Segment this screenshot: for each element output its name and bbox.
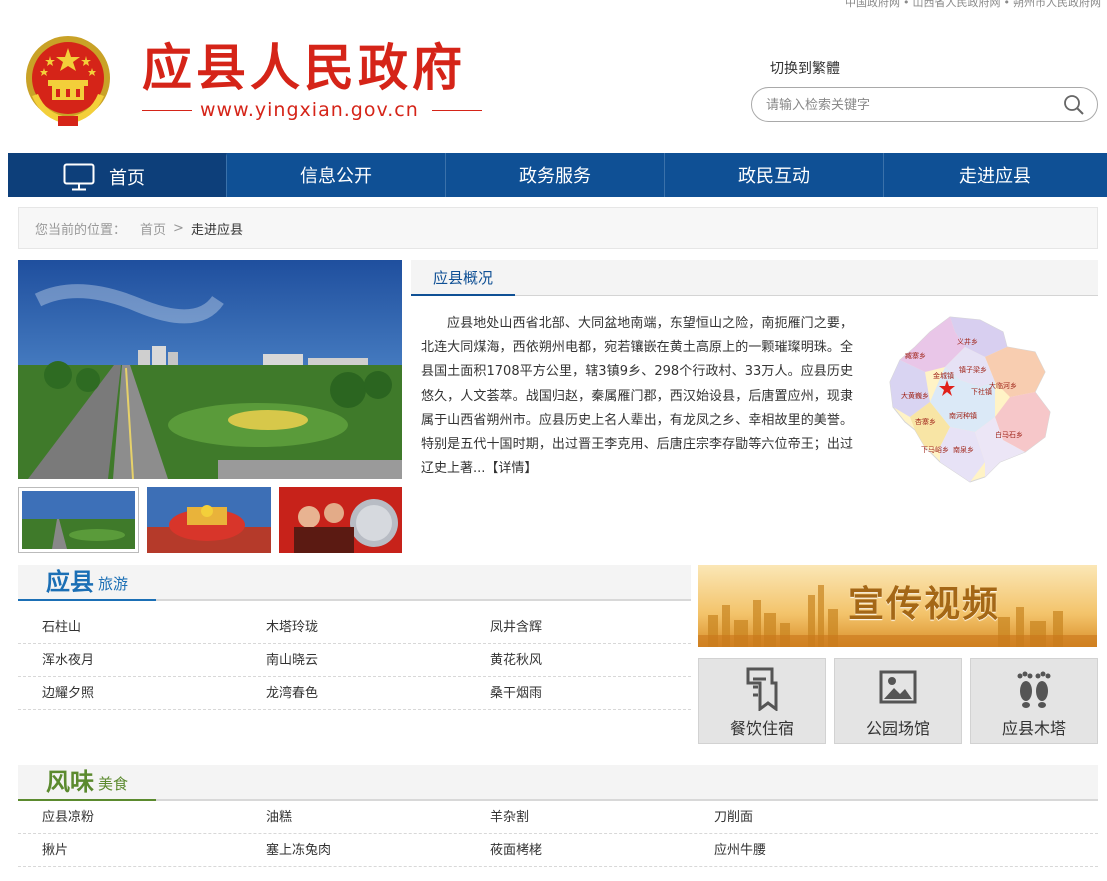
footprints-icon: [971, 667, 1097, 711]
list-item[interactable]: 应州牛腰: [690, 834, 766, 867]
tile-parks-venues[interactable]: 公园场馆: [834, 658, 962, 744]
map-label-xiamayu: 下马峪乡: [921, 445, 949, 454]
food-section-header: 风味 美食: [18, 765, 1098, 801]
promo-video-title: 宣传视频: [848, 583, 1001, 625]
map-label-zangzhai: 臧寨乡: [905, 351, 926, 360]
url-divider-left: [142, 110, 192, 111]
site-title: 应县人民政府: [142, 38, 466, 97]
list-item[interactable]: 凤井含辉: [466, 611, 542, 644]
food-subtitle: 美食: [98, 775, 129, 793]
county-map[interactable]: 义井乡 臧寨乡 金城镇 镇子梁乡 大临河乡 大黄巍乡 下社镇 南河种镇 杏寨乡 …: [885, 312, 1051, 486]
url-divider-right: [432, 110, 482, 111]
table-row: 揪片 塞上冻兔肉 莜面栲栳 应州牛腰: [18, 834, 1098, 867]
list-item[interactable]: 龙湾春色: [242, 677, 318, 710]
list-item[interactable]: 揪片: [18, 834, 68, 867]
breadcrumb-label: 您当前的位置：: [35, 222, 127, 238]
list-item[interactable]: 石柱山: [18, 611, 81, 644]
overview-text: 应县地处山西省北部、大同盆地南端，东望恒山之险，南扼雁门之要，北连大同煤海，西依…: [421, 312, 853, 481]
list-item[interactable]: 刀削面: [690, 801, 753, 834]
thumbnail-1[interactable]: [18, 487, 139, 553]
list-item[interactable]: 南山晓云: [242, 644, 318, 677]
map-label-baimashi: 白马石乡: [995, 430, 1023, 439]
promo-video-banner[interactable]: 宣传视频: [698, 565, 1097, 647]
overview-body: 应县地处山西省北部、大同盆地南端，东望恒山之险，南扼雁门之要，北连大同煤海，西依…: [421, 316, 853, 477]
food-title: 风味: [46, 767, 94, 796]
table-row: 边耀夕照 龙湾春色 桑干烟雨: [18, 677, 691, 710]
nav-info-disclosure[interactable]: 信息公开: [227, 153, 446, 197]
food-tab[interactable]: 风味 美食: [18, 763, 157, 801]
overview-header: 应县概况: [411, 260, 1098, 296]
list-item[interactable]: 塞上冻兔肉: [242, 834, 331, 867]
national-emblem-logo[interactable]: [22, 34, 114, 130]
monitor-icon: [63, 163, 95, 190]
nav-interaction[interactable]: 政民互动: [665, 153, 884, 197]
search-input[interactable]: [766, 95, 1056, 115]
map-label-yijing: 义井乡: [957, 337, 978, 346]
search-icon[interactable]: [1063, 94, 1085, 116]
site-url: www.yingxian.gov.cn: [142, 97, 482, 123]
list-item[interactable]: 油糕: [242, 801, 292, 834]
travel-title: 应县: [46, 567, 94, 596]
bookmark-doc-icon: [699, 667, 825, 711]
tile-dining-lodging-label: 餐饮住宿: [729, 719, 794, 738]
list-item[interactable]: 桑干烟雨: [466, 677, 542, 710]
thumbnail-3[interactable]: [279, 487, 402, 553]
table-row: 应县凉粉 油糕 羊杂割 刀削面: [18, 801, 1098, 834]
map-label-xiashe: 下社镇: [971, 387, 992, 396]
picture-icon: [835, 667, 961, 711]
thumbnail-2[interactable]: [147, 487, 271, 553]
site-url-text: www.yingxian.gov.cn: [200, 99, 419, 121]
site-header: 应县人民政府 www.yingxian.gov.cn 切换到繁體: [0, 0, 1107, 157]
breadcrumb-current: 走进应县: [190, 222, 243, 238]
main-photo[interactable]: [18, 260, 402, 479]
search-box: [751, 87, 1098, 122]
breadcrumb-separator: >: [173, 220, 184, 236]
overview-more-link[interactable]: 【详情】: [485, 461, 537, 476]
traditional-chinese-toggle[interactable]: 切换到繁體: [770, 58, 840, 78]
breadcrumb-home[interactable]: 首页: [140, 219, 166, 238]
list-item[interactable]: 浑水夜月: [18, 644, 94, 677]
photo-thumbnails: [18, 487, 402, 553]
table-row: 浑水夜月 南山晓云 黄花秋风: [18, 644, 691, 677]
list-item[interactable]: 边耀夕照: [18, 677, 94, 710]
tile-parks-venues-label: 公园场馆: [865, 719, 930, 738]
table-row: 石柱山 木塔玲珑 凤井含辉: [18, 611, 691, 644]
list-item[interactable]: 黄花秋风: [466, 644, 542, 677]
map-label-dalinhe: 大临河乡: [989, 381, 1017, 390]
map-label-xingzhai: 杏寨乡: [915, 417, 936, 426]
map-label-nanquan: 南泉乡: [953, 445, 974, 454]
list-item[interactable]: 莜面栲栳: [466, 834, 542, 867]
map-label-nanhezhong: 南河种镇: [949, 411, 977, 420]
travel-subtitle: 旅游: [98, 575, 129, 593]
map-label-zhenziliang: 镇子梁乡: [959, 365, 987, 374]
main-nav: 首页 信息公开 政务服务 政民互动 走进应县: [8, 153, 1107, 197]
nav-home[interactable]: 首页: [8, 153, 227, 197]
tile-dining-lodging[interactable]: 餐饮住宿: [698, 658, 826, 744]
tile-wooden-pagoda-label: 应县木塔: [1001, 719, 1066, 738]
list-item[interactable]: 应县凉粉: [18, 801, 94, 834]
map-label-dahuangwei: 大黄巍乡: [901, 391, 929, 400]
tile-wooden-pagoda[interactable]: 应县木塔: [970, 658, 1098, 744]
travel-section-header: 应县 旅游: [18, 565, 691, 601]
nav-home-label: 首页: [109, 167, 145, 189]
list-item[interactable]: 木塔玲珑: [242, 611, 318, 644]
nav-gov-services[interactable]: 政务服务: [446, 153, 665, 197]
nav-about-yingxian[interactable]: 走进应县: [884, 153, 1106, 197]
map-label-jincheng: 金城镇: [933, 371, 954, 380]
list-item[interactable]: 羊杂割: [466, 801, 529, 834]
overview-title[interactable]: 应县概况: [411, 260, 515, 296]
breadcrumb: 您当前的位置： 首页 > 走进应县: [18, 207, 1098, 249]
travel-tab[interactable]: 应县 旅游: [18, 563, 157, 601]
